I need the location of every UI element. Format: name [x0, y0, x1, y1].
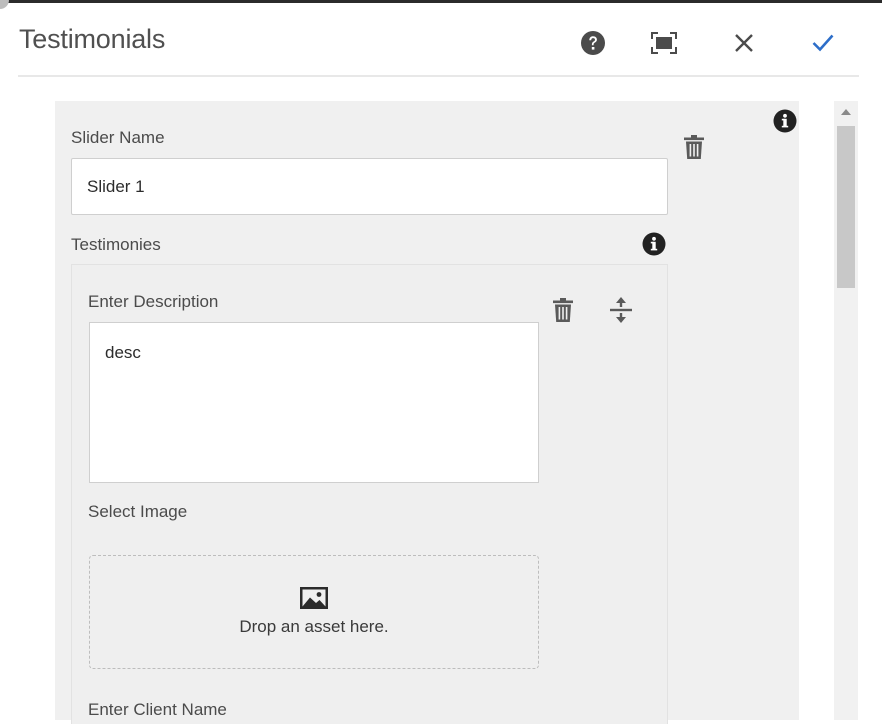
testimonies-label: Testimonies	[71, 235, 161, 254]
info-button-testimonies[interactable]	[641, 231, 667, 257]
help-button[interactable]	[576, 26, 610, 60]
close-button[interactable]	[727, 26, 761, 60]
delete-testimony-button[interactable]	[550, 295, 576, 325]
header-divider	[18, 75, 859, 77]
info-icon	[642, 232, 666, 256]
done-button[interactable]	[806, 26, 840, 60]
info-icon	[773, 109, 797, 133]
scroll-up-button[interactable]	[834, 101, 858, 123]
caret-up-icon	[841, 109, 851, 115]
image-dropzone[interactable]: Drop an asset here.	[89, 555, 539, 669]
drag-handle-icon	[610, 297, 632, 323]
delete-slider-button[interactable]	[681, 132, 707, 162]
select-image-label: Select Image	[88, 502, 188, 521]
slider-name-input[interactable]: Slider 1	[71, 158, 668, 215]
trash-icon	[684, 135, 704, 159]
description-textarea[interactable]: desc	[89, 322, 539, 483]
slider-name-label: Slider Name	[71, 128, 165, 147]
scroll-thumb[interactable]	[837, 126, 855, 288]
checkmark-icon	[812, 34, 834, 52]
reorder-testimony-handle[interactable]	[608, 295, 634, 325]
fullscreen-icon	[651, 32, 677, 54]
dialog-title: Testimonials	[19, 24, 166, 54]
scrollbar[interactable]	[834, 101, 858, 720]
testimonies-multifield: Enter Description desc Select Image Drop…	[71, 264, 668, 724]
image-icon	[300, 587, 328, 609]
trash-icon	[553, 298, 573, 322]
window-corner	[0, 0, 9, 9]
dropzone-text: Drop an asset here.	[239, 617, 389, 636]
description-label: Enter Description	[88, 292, 219, 311]
fullscreen-button[interactable]	[647, 26, 681, 60]
help-icon	[581, 31, 605, 55]
info-button-panel[interactable]	[772, 108, 798, 134]
window-top-bar	[0, 0, 882, 3]
close-icon	[735, 34, 753, 52]
dialog-content: Slider Name Slider 1 Testimonies Enter D…	[55, 101, 799, 724]
client-name-label: Enter Client Name	[88, 700, 227, 719]
